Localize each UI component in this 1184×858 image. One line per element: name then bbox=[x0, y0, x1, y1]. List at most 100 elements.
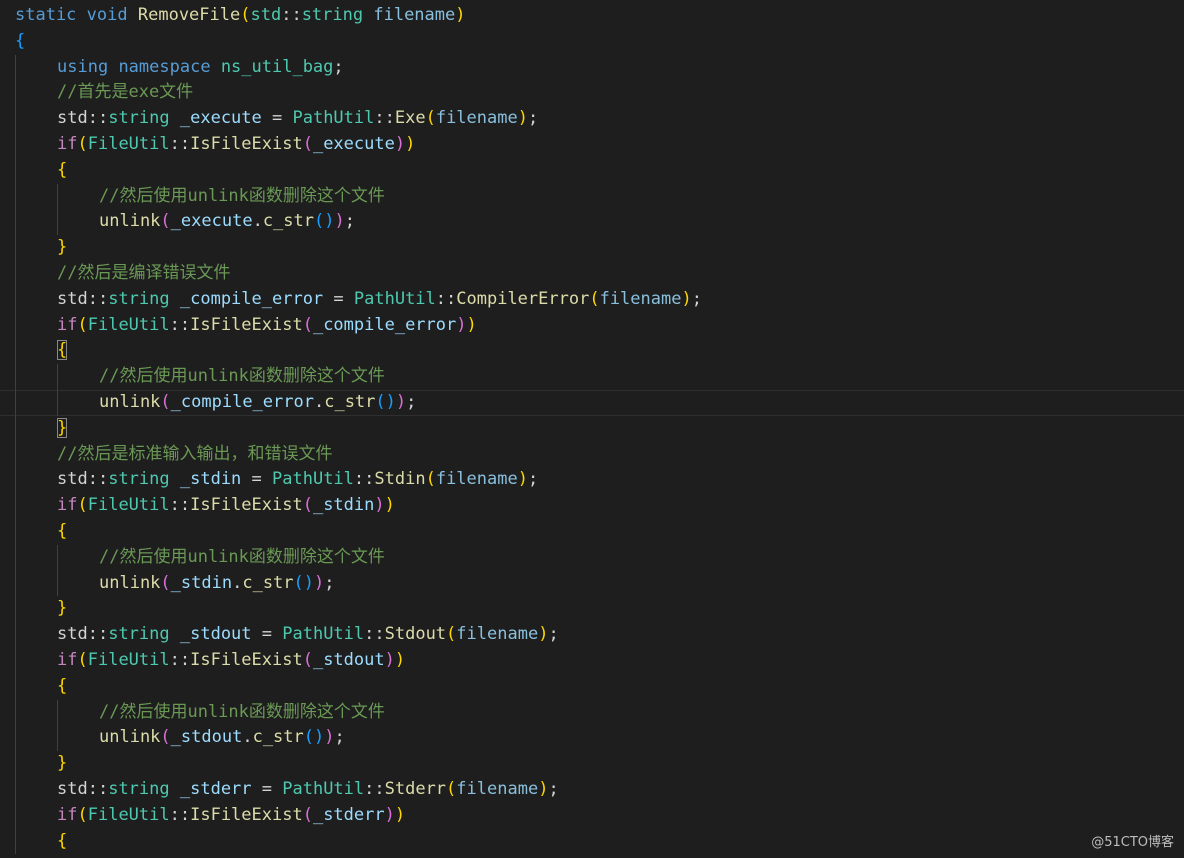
code-line[interactable]: std::string _compile_error = PathUtil::C… bbox=[0, 286, 1184, 313]
code-line-text: std::string _compile_error = PathUtil::C… bbox=[57, 287, 702, 313]
code-token: c_str bbox=[242, 572, 294, 593]
code-line[interactable]: //然后使用unlink函数删除这个文件 bbox=[0, 364, 1184, 390]
code-token: ; bbox=[548, 624, 559, 645]
code-line[interactable]: std::string _stderr = PathUtil::Stderr(f… bbox=[0, 776, 1184, 803]
code-line-text: //然后是标准输入输出，和错误文件 bbox=[57, 442, 332, 468]
code-token: //然后使用unlink函数删除这个文件 bbox=[99, 366, 385, 387]
code-token: ; bbox=[548, 778, 559, 799]
indent-guide bbox=[15, 389, 16, 416]
code-line[interactable]: if(FileUtil::IsFileExist(_execute)) bbox=[0, 131, 1184, 158]
indent-guide bbox=[15, 260, 16, 287]
code-line-text: //然后使用unlink函数删除这个文件 bbox=[99, 545, 385, 571]
indent-guide bbox=[15, 338, 16, 365]
code-line[interactable]: std::string _stdout = PathUtil::Stdout(f… bbox=[0, 622, 1184, 648]
code-token: PathUtil bbox=[292, 108, 375, 129]
code-line[interactable]: if(FileUtil::IsFileExist(_stdout)) bbox=[0, 647, 1184, 674]
code-line-text: std::string _execute = PathUtil::Exe(fil… bbox=[57, 106, 538, 132]
code-line[interactable]: if(FileUtil::IsFileExist(_compile_error)… bbox=[0, 312, 1184, 339]
code-line[interactable]: unlink(_stdout.c_str()); bbox=[0, 725, 1184, 752]
code-token: . bbox=[313, 391, 325, 412]
indent-guide bbox=[15, 725, 16, 752]
code-line-text: unlink(_execute.c_str()); bbox=[99, 209, 355, 235]
code-token: if bbox=[57, 133, 78, 154]
code-line[interactable]: static void RemoveFile(std::string filen… bbox=[0, 3, 1184, 29]
code-token: CompilerError bbox=[456, 288, 590, 309]
code-line[interactable]: } bbox=[0, 415, 1184, 442]
code-token: ; bbox=[344, 211, 355, 232]
indent-guide bbox=[15, 183, 16, 210]
code-token: ( bbox=[302, 649, 313, 670]
code-line-text: } bbox=[57, 751, 67, 777]
code-token: _stderr bbox=[179, 778, 252, 799]
code-line[interactable]: { bbox=[0, 338, 1184, 365]
code-token: ) bbox=[405, 133, 416, 154]
code-line[interactable]: unlink(_compile_error.c_str()); bbox=[0, 389, 1184, 416]
code-token: ) bbox=[394, 649, 406, 670]
code-line[interactable]: //然后是标准输入输出，和错误文件 bbox=[0, 441, 1184, 468]
indent-guide bbox=[15, 415, 16, 442]
indent-guide bbox=[15, 54, 16, 81]
indent-guide bbox=[57, 725, 58, 752]
code-token: std bbox=[57, 778, 88, 799]
code-line[interactable]: { bbox=[0, 157, 1184, 184]
indent-guide bbox=[15, 106, 16, 132]
code-line[interactable]: //首先是exe文件 bbox=[0, 80, 1184, 107]
code-line[interactable]: std::string _execute = PathUtil::Exe(fil… bbox=[0, 106, 1184, 132]
code-line[interactable]: unlink(_execute.c_str()); bbox=[0, 209, 1184, 236]
indent-guide bbox=[57, 699, 58, 726]
code-line[interactable]: { bbox=[0, 29, 1184, 55]
code-lines[interactable]: static void RemoveFile(std::string filen… bbox=[0, 3, 1184, 855]
code-line-text: unlink(_stdin.c_str()); bbox=[99, 571, 335, 597]
code-token: _stderr bbox=[312, 804, 385, 825]
code-token: _execute bbox=[179, 108, 262, 129]
code-line[interactable]: { bbox=[0, 673, 1184, 700]
code-token: :: bbox=[364, 778, 385, 799]
code-line[interactable]: } bbox=[0, 596, 1184, 623]
code-line[interactable]: //然后是编译错误文件 bbox=[0, 260, 1184, 287]
code-line[interactable]: { bbox=[0, 828, 1184, 855]
code-token: Exe bbox=[394, 108, 426, 129]
code-line[interactable]: //然后使用unlink函数删除这个文件 bbox=[0, 544, 1184, 571]
code-token: _stdin bbox=[179, 469, 242, 490]
code-token: ( bbox=[160, 727, 171, 748]
code-token: ( bbox=[160, 211, 171, 232]
indent-guide bbox=[15, 699, 16, 726]
code-token: ; bbox=[691, 288, 702, 309]
code-token: FileUtil bbox=[87, 804, 170, 825]
code-line-text: } bbox=[57, 235, 67, 261]
code-line[interactable]: unlink(_stdin.c_str()); bbox=[0, 570, 1184, 597]
code-line[interactable]: { bbox=[0, 518, 1184, 545]
code-line[interactable]: if(FileUtil::IsFileExist(_stderr)) bbox=[0, 802, 1184, 829]
watermark: @51CTO博客 bbox=[1091, 835, 1174, 850]
code-token: ; bbox=[334, 727, 345, 748]
code-editor[interactable]: static void RemoveFile(std::string filen… bbox=[0, 0, 1184, 858]
code-line[interactable]: //然后使用unlink函数删除这个文件 bbox=[0, 699, 1184, 726]
code-token: ) bbox=[303, 572, 315, 593]
code-line-text: { bbox=[57, 519, 67, 545]
code-token: Stdin bbox=[374, 469, 426, 490]
code-token: _execute bbox=[170, 211, 253, 232]
code-line[interactable]: using namespace ns_util_bag; bbox=[0, 54, 1184, 81]
code-line[interactable]: } bbox=[0, 235, 1184, 261]
code-line[interactable]: if(FileUtil::IsFileExist(_stdin)) bbox=[0, 493, 1184, 519]
indent-guide bbox=[15, 544, 16, 571]
code-line-text: //然后是编译错误文件 bbox=[57, 261, 230, 287]
code-token: ( bbox=[302, 804, 313, 825]
indent-guide bbox=[15, 157, 16, 184]
code-token: Stdout bbox=[384, 624, 447, 645]
code-token: using bbox=[57, 56, 109, 77]
indent-guide bbox=[15, 235, 16, 261]
code-line[interactable]: } bbox=[0, 751, 1184, 777]
code-token: ( bbox=[240, 5, 251, 25]
code-line[interactable]: std::string _stdin = PathUtil::Stdin(fil… bbox=[0, 467, 1184, 494]
code-line[interactable]: //然后使用unlink函数删除这个文件 bbox=[0, 183, 1184, 210]
code-token: filename bbox=[435, 469, 518, 490]
code-token: _stdout bbox=[312, 649, 385, 670]
code-token: = bbox=[261, 108, 293, 129]
code-line-text: { bbox=[57, 338, 68, 364]
code-token: ( bbox=[446, 624, 457, 645]
